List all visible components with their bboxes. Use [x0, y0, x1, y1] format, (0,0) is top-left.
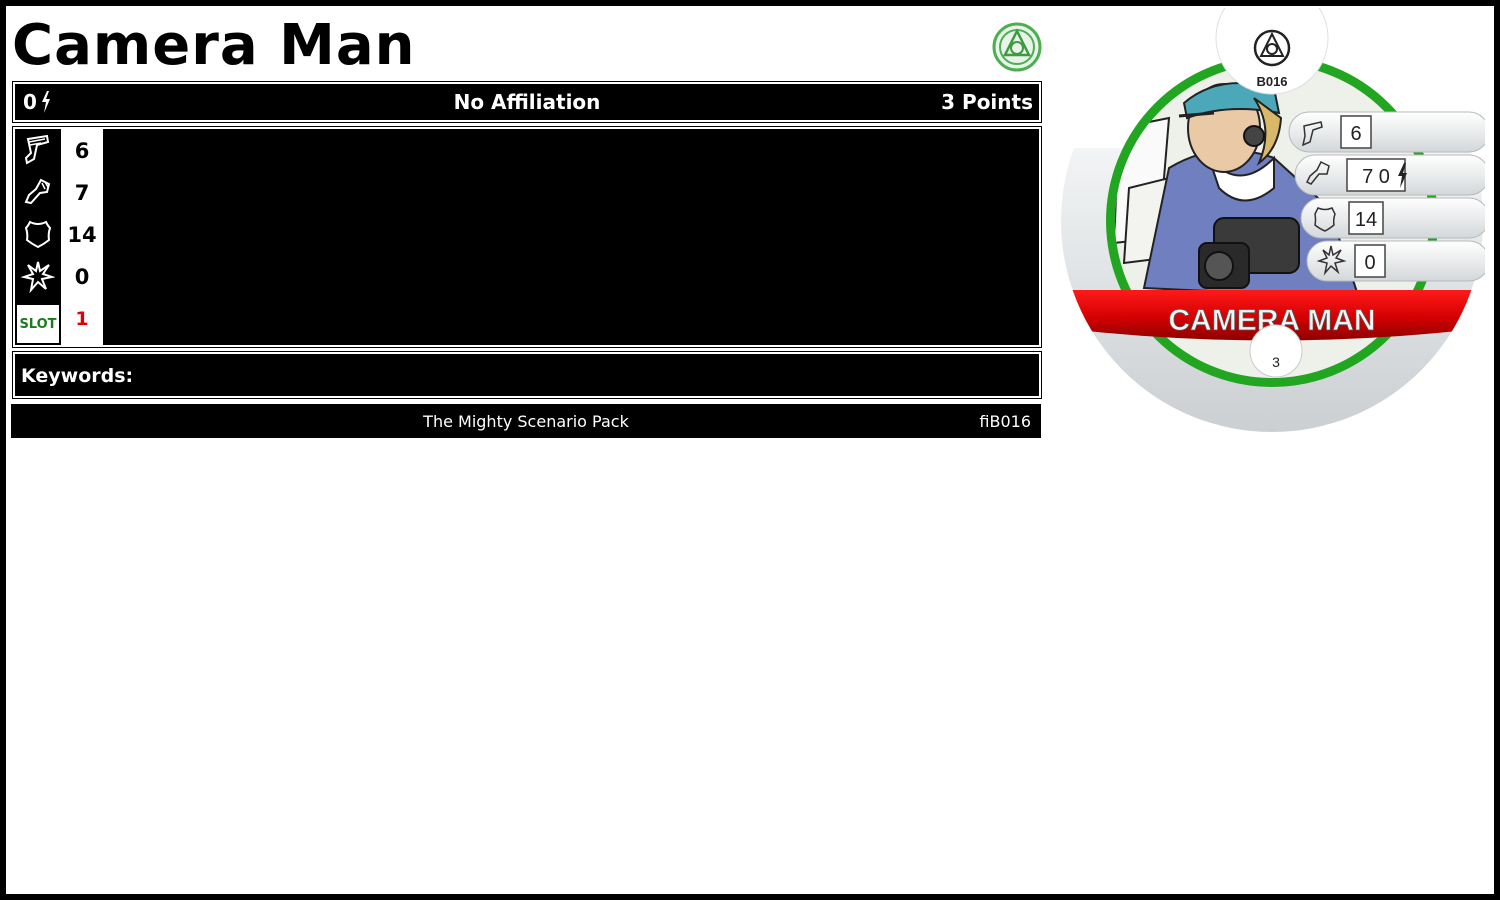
character-name: Camera Man: [12, 13, 416, 78]
speed-value: 6: [74, 139, 90, 163]
starburst-icon: [21, 261, 55, 293]
dial-point-value: 3: [1272, 354, 1280, 370]
stats-panel: SLOT 6 7 14 0 1: [13, 127, 1041, 347]
boot-icon: [24, 134, 50, 165]
slot-label: SLOT: [17, 305, 59, 343]
damage-value: 0: [74, 265, 90, 289]
fist-icon: [24, 178, 51, 205]
character-card: Camera Man 0 No Affiliation 3 Points SLO…: [0, 0, 1500, 900]
rank-symbol-icon: [992, 22, 1042, 72]
dial-attack-value: 7 0: [1362, 166, 1390, 188]
affiliation-label: No Affiliation: [453, 90, 601, 114]
stat-icon-column: [15, 129, 61, 305]
dial-speed-value: 6: [1350, 123, 1361, 145]
set-footer: The Mighty Scenario Pack fiB016: [11, 404, 1041, 438]
dial-code: B016: [1256, 74, 1287, 89]
collector-code: fiB016: [979, 412, 1031, 431]
dial-damage-value: 0: [1364, 252, 1375, 274]
affiliation-bar: 0 No Affiliation 3 Points: [13, 82, 1041, 122]
shield-icon: [24, 220, 52, 249]
set-name: The Mighty Scenario Pack: [423, 412, 629, 431]
defense-value: 14: [67, 223, 97, 247]
slot-value: 1: [75, 308, 89, 330]
keywords-bar: Keywords:: [13, 352, 1041, 398]
dial-defense-value: 14: [1355, 209, 1377, 231]
figure-dial-image: B016 6 7 0 14 0 CAMERA MAN 3: [1061, 8, 1485, 432]
attack-value: 7: [74, 181, 90, 205]
keywords-label: Keywords:: [21, 365, 134, 387]
points-label: 3 Points: [941, 90, 1033, 114]
stat-value-column: 6 7 14 0 1: [61, 129, 103, 345]
